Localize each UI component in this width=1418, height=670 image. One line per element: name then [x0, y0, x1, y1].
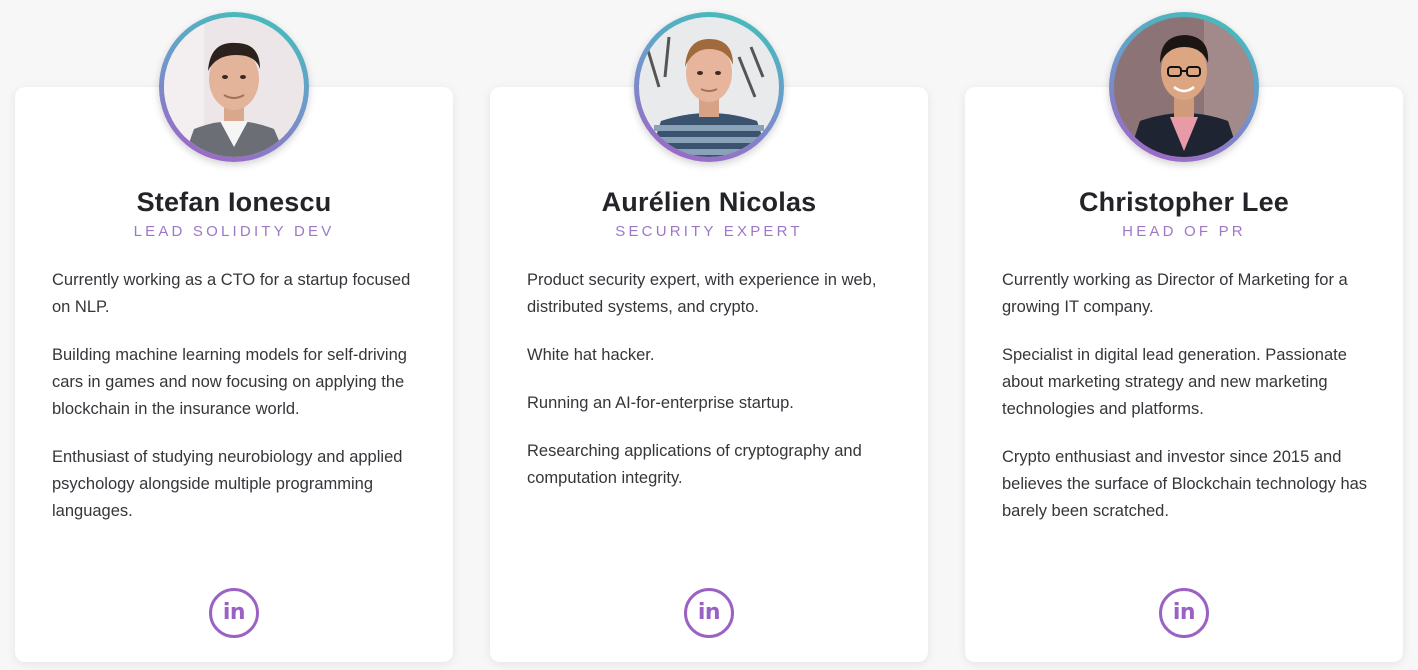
member-bio: Currently working as Director of Marketi… [1002, 267, 1373, 546]
team-card-christopher-lee: Christopher Lee HEAD OF PR Currently wor… [965, 12, 1403, 662]
bio-paragraph: Crypto enthusiast and investor since 201… [1002, 448, 1368, 520]
bio-paragraph: Researching applications of cryptography… [527, 442, 862, 487]
avatar-ring [1109, 12, 1259, 162]
avatar [639, 17, 779, 157]
bio-paragraph: White hat hacker. [527, 346, 655, 364]
linkedin-icon[interactable]: in [1159, 588, 1209, 638]
member-role: LEAD SOLIDITY DEV [133, 223, 335, 240]
team-card-stefan-ionescu: Stefan Ionescu LEAD SOLIDITY DEV Current… [15, 12, 453, 662]
bio-paragraph: Running an AI-for-enterprise startup. [527, 394, 794, 412]
member-role: HEAD OF PR [1122, 223, 1246, 240]
member-name: Aurélien Nicolas [601, 187, 817, 217]
portrait-photo-icon [1114, 17, 1254, 157]
bio-paragraph: Enthusiast of studying neurobiology and … [52, 448, 403, 520]
linkedin-icon[interactable]: in [684, 588, 734, 638]
member-name: Christopher Lee [1078, 187, 1290, 217]
avatar-ring [634, 12, 784, 162]
avatar [164, 17, 304, 157]
member-bio: Product security expert, with experience… [527, 267, 898, 513]
avatar-ring [159, 12, 309, 162]
bio-paragraph: Building machine learning models for sel… [52, 346, 407, 418]
bio-paragraph: Currently working as Director of Marketi… [1002, 271, 1348, 316]
portrait-photo-icon [164, 17, 304, 157]
member-role: SECURITY EXPERT [615, 223, 803, 240]
bio-paragraph: Specialist in digital lead generation. P… [1002, 346, 1347, 418]
team-card-aurelien-nicolas: Aurélien Nicolas SECURITY EXPERT Product… [490, 12, 928, 662]
bio-paragraph: Product security expert, with experience… [527, 271, 877, 316]
member-name: Stefan Ionescu [136, 187, 332, 217]
avatar [1114, 17, 1254, 157]
portrait-photo-icon [639, 17, 779, 157]
bio-paragraph: Currently working as a CTO for a startup… [52, 271, 411, 316]
team-section: Stefan Ionescu LEAD SOLIDITY DEV Current… [0, 0, 1418, 670]
linkedin-icon[interactable]: in [209, 588, 259, 638]
member-bio: Currently working as a CTO for a startup… [52, 267, 423, 546]
